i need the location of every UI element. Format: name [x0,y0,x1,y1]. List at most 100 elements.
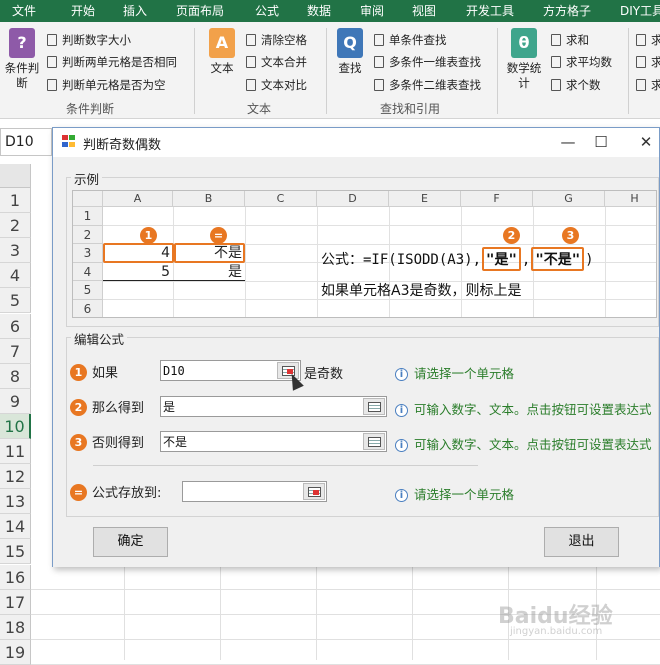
if-cell-input[interactable] [163,362,273,379]
close-button[interactable]: ✕ [631,130,660,154]
else-value-field[interactable] [160,431,387,452]
text-merge-button[interactable]: 文本合并 [246,54,307,70]
extra-button-1[interactable]: 求 [636,32,660,48]
sum-button[interactable]: 求和 [551,32,589,48]
row-header-5[interactable]: 5 [0,288,31,314]
maximize-button[interactable]: ☐ [586,130,616,154]
row-header-18[interactable]: 18 [0,614,31,640]
name-box[interactable]: D10 [0,128,52,156]
math-stats-button[interactable]: θ 数学统计 [503,28,545,91]
gridline [316,566,317,660]
row-header-8[interactable]: 8 [0,363,31,389]
gridline [31,638,660,640]
app-icon [62,135,76,148]
row-header-14[interactable]: 14 [0,514,31,540]
count-label: 求个数 [566,78,601,92]
odd-even-dialog: 判断奇数偶数 — ☐ ✕ 示例 A B C D E F G H 1 2 3 4 … [52,127,660,567]
judge-number-size-label: 判断数字大小 [62,33,131,47]
formula-prefix: 公式：=IF(ISODD(A3), [321,252,482,268]
else-hint-text: 可输入数字、文本。点击按钮可设置表达式 [414,437,652,452]
tab-file[interactable]: 文件 [12,0,36,22]
cell-b3: 不是 [214,245,242,261]
magnifier-icon: Q [337,28,363,58]
multi-condition-1d-lookup-button[interactable]: 多条件一维表查找 [374,54,481,70]
mini-col-a: A [103,191,173,207]
row-header-12[interactable]: 12 [0,464,31,490]
row-header-2[interactable]: 2 [0,213,31,239]
group-separator [628,28,629,114]
condition-judge-button[interactable]: ? 条件判断 [2,28,42,91]
document-icon [246,56,256,68]
single-condition-lookup-button[interactable]: 单条件查找 [374,32,447,48]
judge-cell-empty-button[interactable]: 判断单元格是否为空 [47,77,166,93]
else-hint: i 可输入数字、文本。点击按钮可设置表达式 [395,434,652,453]
row-header-15[interactable]: 15 [0,539,31,565]
tab-insert[interactable]: 插入 [123,0,147,22]
mini-row-4: 4 [73,262,103,281]
ok-button[interactable]: 确定 [93,527,168,557]
exit-button[interactable]: 退出 [544,527,619,557]
document-icon [246,34,256,46]
gridline [124,566,125,660]
document-icon [636,56,646,68]
tab-page-layout[interactable]: 页面布局 [176,0,224,22]
tab-developer[interactable]: 开发工具 [466,0,514,22]
then-value-input[interactable] [163,398,359,415]
then-value-field[interactable] [160,396,387,417]
row-header-7[interactable]: 7 [0,338,31,364]
else-value-input[interactable] [163,433,359,450]
select-all-corner[interactable] [0,164,31,188]
row-header-9[interactable]: 9 [0,388,31,414]
dialog-titlebar[interactable]: 判断奇数偶数 — ☐ ✕ [53,128,659,157]
tab-home[interactable]: 开始 [71,0,95,22]
if-cell-field[interactable] [160,360,301,381]
mini-row-3: 3 [73,244,103,263]
text-merge-label: 文本合并 [261,55,307,69]
document-icon [374,34,384,46]
store-cell-picker-button[interactable] [303,483,325,500]
multi-condition-2d-lookup-button[interactable]: 多条件二维表查找 [374,77,481,93]
count-button[interactable]: 求个数 [551,77,601,93]
tab-formulas[interactable]: 公式 [255,0,279,22]
theta-icon: θ [511,28,537,58]
mini-col-d: D [317,191,389,207]
then-expression-button[interactable] [363,398,385,415]
row-header-10[interactable]: 10 [0,413,31,439]
else-expression-button[interactable] [363,433,385,450]
clear-spaces-button[interactable]: 清除空格 [246,32,307,48]
store-cell-input[interactable] [185,483,299,500]
row-header-19[interactable]: 19 [0,639,31,665]
row-header-3[interactable]: 3 [0,238,31,264]
row-header-11[interactable]: 11 [0,439,31,464]
lookup-button-label: 查找 [338,61,362,75]
tab-review[interactable]: 审阅 [360,0,384,22]
text-compare-button[interactable]: 文本对比 [246,77,307,93]
minimize-button[interactable]: — [553,130,583,154]
row-header-1[interactable]: 1 [0,188,31,213]
row-header-4[interactable]: 4 [0,263,31,289]
row-header-16[interactable]: 16 [0,564,31,590]
judge-number-size-button[interactable]: 判断数字大小 [47,32,131,48]
extra-button-3[interactable]: 求 [636,77,660,93]
document-icon [636,34,646,46]
row-header-13[interactable]: 13 [0,489,31,515]
if-label-text: 如果 [92,366,119,381]
tab-view[interactable]: 视图 [412,0,436,22]
ribbon-tab-bar: 文件 开始 插入 页面布局 公式 数据 审阅 视图 开发工具 方方格子 DIY工… [0,0,660,22]
average-button[interactable]: 求平均数 [551,54,612,70]
text-button[interactable]: A 文本 [202,28,242,76]
tab-diy-tools[interactable]: DIY工具 [620,0,660,22]
extra-button-2[interactable]: 求 [636,54,660,70]
tab-data[interactable]: 数据 [307,0,331,22]
row-header-17[interactable]: 17 [0,589,31,615]
tab-fangfang[interactable]: 方方格子 [543,0,591,22]
row-header-6[interactable]: 6 [0,313,31,339]
info-icon: i [395,368,408,381]
store-cell-field[interactable] [182,481,327,502]
judge-two-cells-same-label: 判断两单元格是否相同 [62,55,177,69]
judge-two-cells-same-button[interactable]: 判断两单元格是否相同 [47,54,177,70]
if-label: 1 如果 [70,362,118,381]
mini-corner [73,191,103,207]
cell-b4: 是 [173,263,245,281]
lookup-button[interactable]: Q 查找 [333,28,367,76]
